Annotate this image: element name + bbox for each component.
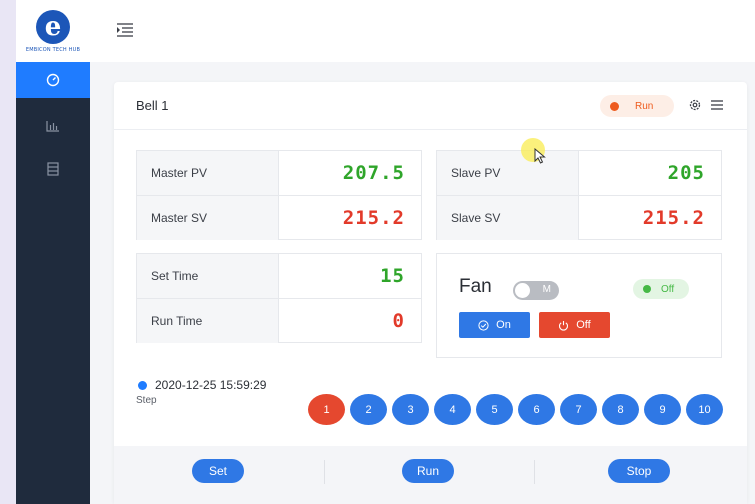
sidebar-item-list[interactable] [16, 151, 90, 187]
fan-off-label: Off [576, 319, 591, 331]
step-button-5[interactable]: 5 [476, 394, 513, 425]
timestamp-dot [138, 380, 147, 390]
slave-sv-label: Slave SV [437, 196, 579, 240]
step-button-7[interactable]: 7 [560, 394, 597, 425]
fan-status-dot [643, 285, 651, 293]
timestamp-row: 2020-12-25 15:59:29 [138, 378, 266, 392]
device-card: Bell 1 Run Master PV 207.5 Master SV 215… [114, 82, 747, 504]
status-dot [610, 101, 619, 111]
sidebar: e EMBICON TECH HUB [16, 0, 90, 504]
master-sv-label: Master SV [137, 196, 279, 240]
sidebar-item-chart[interactable] [16, 108, 90, 144]
master-pv-row: Master PV 207.5 [137, 151, 421, 195]
gear-icon[interactable] [688, 98, 702, 112]
fan-status-label: Off [661, 283, 675, 295]
step-button-10[interactable]: 10 [686, 394, 723, 425]
slave-pv-row: Slave PV 205 [437, 151, 721, 195]
slave-pv-label: Slave PV [437, 151, 579, 195]
chart-icon [46, 121, 59, 132]
dashboard-icon [46, 73, 60, 87]
toggle-knob [515, 283, 530, 298]
fan-on-label: On [496, 319, 511, 331]
fan-mode-label: M [542, 284, 551, 295]
run-button[interactable]: Run [402, 459, 454, 483]
run-time-value: 0 [392, 310, 405, 332]
footer-divider [534, 460, 535, 484]
set-time-row: Set Time 15 [137, 254, 421, 298]
footer-divider [324, 460, 325, 484]
time-panel: Set Time 15 Run Time 0 [136, 253, 422, 343]
step-button-6[interactable]: 6 [518, 394, 555, 425]
run-time-row: Run Time 0 [137, 298, 421, 343]
step-button-9[interactable]: 9 [644, 394, 681, 425]
slave-pv-value: 205 [667, 162, 705, 184]
power-icon [559, 320, 569, 331]
step-button-3[interactable]: 3 [392, 394, 429, 425]
status-label: Run [635, 100, 654, 112]
step-label: Step [136, 395, 157, 406]
app-frame: e EMBICON TECH HUB Bell 1 Run Master PV … [16, 0, 755, 504]
slave-sv-row: Slave SV 215.2 [437, 195, 721, 240]
master-panel: Master PV 207.5 Master SV 215.2 [136, 150, 422, 240]
card-header: Bell 1 Run [114, 82, 747, 130]
step-button-2[interactable]: 2 [350, 394, 387, 425]
stop-button[interactable]: Stop [608, 459, 670, 483]
run-time-label: Run Time [137, 299, 279, 343]
fan-panel: Fan M Off On Off [436, 253, 722, 358]
step-button-4[interactable]: 4 [434, 394, 471, 425]
status-badge: Run [600, 95, 674, 117]
fan-off-button[interactable]: Off [539, 312, 610, 338]
sidebar-item-dashboard[interactable] [16, 62, 90, 98]
set-time-label: Set Time [137, 254, 279, 298]
master-sv-row: Master SV 215.2 [137, 195, 421, 240]
step-selector: 1 2 3 4 5 6 7 8 9 10 [308, 394, 723, 425]
logo: e EMBICON TECH HUB [16, 0, 90, 62]
check-circle-icon [478, 319, 489, 331]
slave-panel: Slave PV 205 Slave SV 215.2 [436, 150, 722, 240]
card-title: Bell 1 [136, 98, 169, 113]
fan-label: Fan [459, 276, 492, 297]
menu-icon[interactable] [710, 98, 724, 112]
slave-sv-value: 215.2 [642, 207, 705, 229]
logo-mark: e [36, 9, 70, 44]
logo-text: EMBICON TECH HUB [25, 46, 81, 53]
master-pv-label: Master PV [137, 151, 279, 195]
fan-mode-toggle[interactable]: M [513, 281, 559, 300]
step-button-8[interactable]: 8 [602, 394, 639, 425]
mouse-cursor-icon [534, 148, 546, 164]
fan-on-button[interactable]: On [459, 312, 530, 338]
top-bar [90, 0, 755, 62]
menu-toggle-icon[interactable] [116, 22, 134, 38]
set-time-value: 15 [380, 265, 405, 287]
set-button[interactable]: Set [192, 459, 244, 483]
master-sv-value: 215.2 [342, 207, 405, 229]
timestamp: 2020-12-25 15:59:29 [155, 378, 267, 392]
card-footer: Set Run Stop [114, 446, 747, 504]
list-icon [47, 162, 59, 176]
fan-status-badge: Off [633, 279, 689, 299]
step-button-1[interactable]: 1 [308, 394, 345, 425]
master-pv-value: 207.5 [342, 162, 405, 184]
